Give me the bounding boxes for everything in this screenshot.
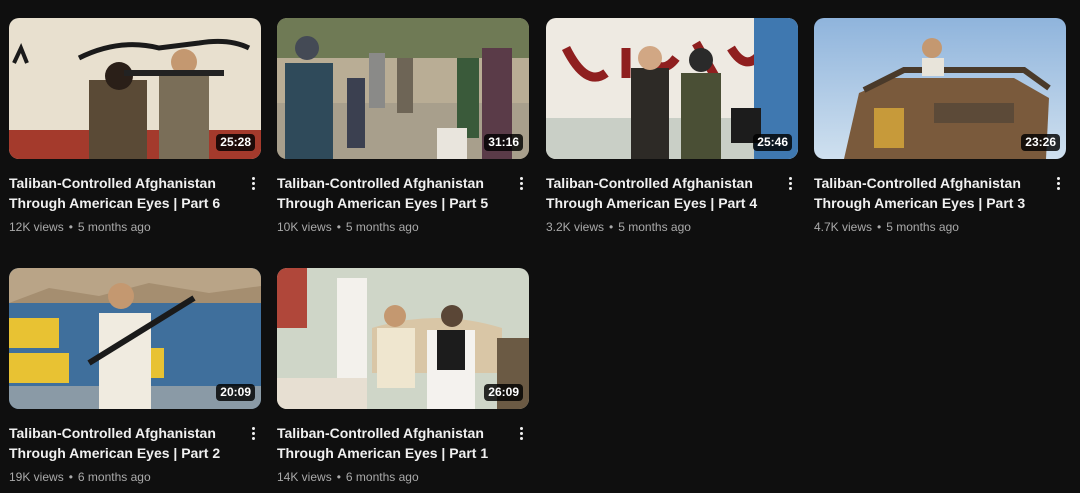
video-card: 26:09 Taliban-Controlled Afghanistan Thr… xyxy=(277,268,529,486)
video-title-line: Taliban-Controlled Afghanistan xyxy=(546,175,753,191)
video-thumbnail[interactable]: 20:09 xyxy=(9,268,261,409)
video-title-line: Through American Eyes | Part 1 xyxy=(277,445,489,461)
video-title-line: Taliban-Controlled Afghanistan xyxy=(814,175,1021,191)
video-card: 20:09 Taliban-Controlled Afghanistan Thr… xyxy=(9,268,261,486)
video-title-line: Through American Eyes | Part 2 xyxy=(9,445,221,461)
more-vert-icon[interactable] xyxy=(513,423,529,443)
view-count: 14K views xyxy=(277,470,332,484)
video-thumbnail[interactable]: 31:16 xyxy=(277,18,529,159)
duration-badge: 23:26 xyxy=(1021,134,1060,151)
video-title-line: Taliban-Controlled Afghanistan xyxy=(9,175,216,191)
view-count: 19K views xyxy=(9,470,64,484)
video-thumbnail[interactable]: 26:09 xyxy=(277,268,529,409)
video-meta: Taliban-Controlled Afghanistan Through A… xyxy=(9,173,261,236)
separator: • xyxy=(68,220,73,234)
separator: • xyxy=(877,220,882,234)
video-stats: 12K views • 5 months ago xyxy=(9,218,261,236)
upload-age: 5 months ago xyxy=(77,220,151,234)
duration-badge: 31:16 xyxy=(484,134,523,151)
video-card: 23:26 Taliban-Controlled Afghanistan Thr… xyxy=(814,18,1066,236)
duration-badge: 20:09 xyxy=(216,384,255,401)
more-vert-icon[interactable] xyxy=(1050,173,1066,193)
separator: • xyxy=(609,220,614,234)
more-vert-icon[interactable] xyxy=(513,173,529,193)
video-grid: 25:28 Taliban-Controlled Afghanistan Thr… xyxy=(0,0,1080,493)
video-stats: 14K views • 6 months ago xyxy=(277,468,529,486)
video-stats: 19K views • 6 months ago xyxy=(9,468,261,486)
video-title-line: Through American Eyes | Part 4 xyxy=(546,195,758,211)
video-stats: 10K views • 5 months ago xyxy=(277,218,529,236)
video-thumbnail[interactable]: 25:28 xyxy=(9,18,261,159)
video-title-line: Taliban-Controlled Afghanistan xyxy=(277,175,484,191)
video-meta: Taliban-Controlled Afghanistan Through A… xyxy=(277,173,529,236)
video-title-line: Taliban-Controlled Afghanistan xyxy=(9,425,216,441)
duration-badge: 25:28 xyxy=(216,134,255,151)
video-title-line: Through American Eyes | Part 6 xyxy=(9,195,221,211)
upload-age: 5 months ago xyxy=(886,220,959,234)
duration-badge: 26:09 xyxy=(484,384,523,401)
more-vert-icon[interactable] xyxy=(245,173,261,193)
video-card: 25:46 Taliban-Controlled Afghanistan Thr… xyxy=(546,18,798,236)
video-card: 25:28 Taliban-Controlled Afghanistan Thr… xyxy=(9,18,261,236)
video-thumbnail[interactable]: 25:46 xyxy=(546,18,798,159)
video-title[interactable]: Taliban-Controlled Afghanistan Through A… xyxy=(277,173,505,213)
video-title[interactable]: Taliban-Controlled Afghanistan Through A… xyxy=(9,423,237,463)
video-title[interactable]: Taliban-Controlled Afghanistan Through A… xyxy=(546,173,774,213)
separator: • xyxy=(68,470,73,484)
separator: • xyxy=(336,470,341,484)
video-title-line: Through American Eyes | Part 3 xyxy=(814,195,1026,211)
upload-age: 5 months ago xyxy=(345,220,419,234)
video-title[interactable]: Taliban-Controlled Afghanistan Through A… xyxy=(814,173,1042,213)
video-title[interactable]: Taliban-Controlled Afghanistan Through A… xyxy=(277,423,505,463)
upload-age: 6 months ago xyxy=(77,470,151,484)
video-title-line: Through American Eyes | Part 5 xyxy=(277,195,489,211)
video-meta: Taliban-Controlled Afghanistan Through A… xyxy=(277,423,529,486)
upload-age: 6 months ago xyxy=(345,470,419,484)
video-thumbnail[interactable]: 23:26 xyxy=(814,18,1066,159)
view-count: 3.2K views xyxy=(546,220,605,234)
video-meta: Taliban-Controlled Afghanistan Through A… xyxy=(9,423,261,486)
video-title[interactable]: Taliban-Controlled Afghanistan Through A… xyxy=(9,173,237,213)
video-stats: 4.7K views • 5 months ago xyxy=(814,218,1066,236)
video-card: 31:16 Taliban-Controlled Afghanistan Thr… xyxy=(277,18,529,236)
view-count: 4.7K views xyxy=(814,220,873,234)
upload-age: 5 months ago xyxy=(618,220,691,234)
video-meta: Taliban-Controlled Afghanistan Through A… xyxy=(546,173,798,236)
view-count: 12K views xyxy=(9,220,64,234)
more-vert-icon[interactable] xyxy=(782,173,798,193)
duration-badge: 25:46 xyxy=(753,134,792,151)
more-vert-icon[interactable] xyxy=(245,423,261,443)
video-stats: 3.2K views • 5 months ago xyxy=(546,218,798,236)
video-title-line: Taliban-Controlled Afghanistan xyxy=(277,425,484,441)
view-count: 10K views xyxy=(277,220,332,234)
separator: • xyxy=(336,220,341,234)
video-meta: Taliban-Controlled Afghanistan Through A… xyxy=(814,173,1066,236)
